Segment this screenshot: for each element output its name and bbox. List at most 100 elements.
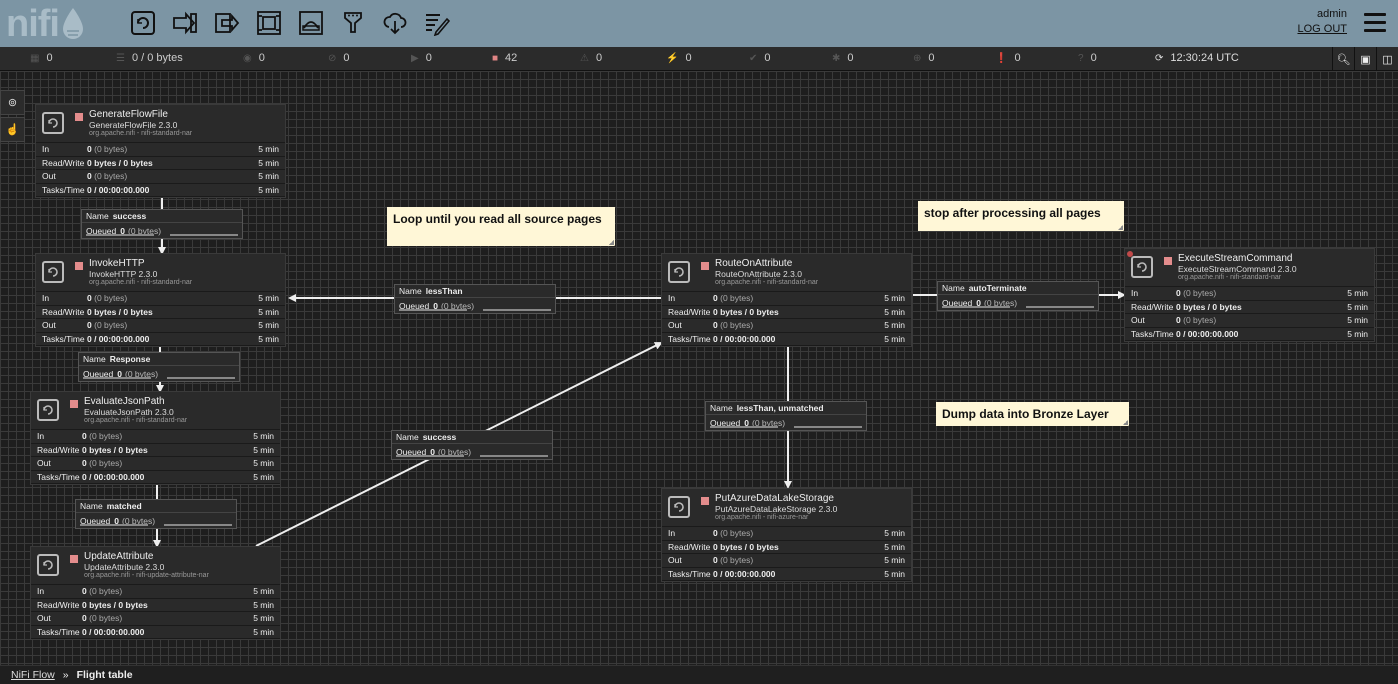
processor-bundle: org.apache.nifi - nifi-standard-nar [715, 279, 819, 286]
note-label[interactable]: Loop until you read all source pages [387, 207, 615, 246]
global-menu-icon[interactable] [1364, 13, 1386, 33]
queue-icon: ☰ [116, 52, 125, 64]
queue-count-bar [80, 524, 148, 526]
processor-header: InvokeHTTP InvokeHTTP 2.3.0 org.apache.nif… [36, 254, 285, 292]
stat-in: In 0 (0 bytes) 5 min [36, 143, 285, 157]
stat-in: In 0 (0 bytes) 5 min [1125, 287, 1374, 301]
queue-count-bar [83, 377, 151, 379]
note-label[interactable]: Dump data into Bronze Layer [936, 402, 1129, 426]
stat-read-write: Read/Write 0 bytes / 0 bytes 5 min [31, 599, 280, 612]
stat-out: Out 0 (0 bytes) 5 min [31, 612, 280, 626]
connection-label-success[interactable]: Name success Queued 0 (0 bytes) [81, 209, 243, 239]
stat-tasks-time: Tasks/Time 0 / 00:00:00.000 5 min [36, 184, 285, 197]
connection-label-response[interactable]: Name Response Queued 0 (0 bytes) [78, 352, 240, 382]
label-icon[interactable] [416, 8, 458, 38]
processor-evaluatejsonpath[interactable]: EvaluateJsonPath EvaluateJsonPath 2.3.0 or… [30, 391, 281, 485]
queue-size-bar [794, 426, 862, 428]
processor-name: EvaluateJsonPath [84, 396, 165, 407]
processor-name: PutAzureDataLakeStorage [715, 493, 834, 504]
stat-read-write: Read/Write 0 bytes / 0 bytes 5 min [662, 541, 911, 554]
navigate-icon[interactable]: ⊚ [0, 90, 25, 115]
remote-process-group-icon[interactable] [290, 8, 332, 38]
stale-status: ⊕ 0 [913, 52, 935, 64]
processor-bundle: org.apache.nifi - nifi-update-attribute-… [84, 572, 209, 579]
processor-icon[interactable] [122, 8, 164, 38]
threads-icon: ▦ [30, 52, 40, 64]
processor-name: InvokeHTTP [89, 258, 145, 269]
input-port-icon[interactable] [164, 8, 206, 38]
connection-label-lessthan-unmatched[interactable]: Name lessThan, unmatched Queued 0 (0 bytes) [705, 401, 867, 431]
processor-generateflowfile[interactable]: GenerateFlowFile GenerateFlowFile 2.3.0 or… [35, 104, 286, 198]
canvas-palette: ⊚ ☝ [0, 90, 25, 144]
breadcrumb-root-link[interactable]: NiFi Flow [11, 669, 55, 681]
processor-name: RouteOnAttribute [715, 258, 793, 269]
play-icon: ▶ [411, 52, 419, 64]
locally-modified-status: ✱ 0 [832, 52, 854, 64]
sync-failure-status: ? 0 [1078, 52, 1097, 64]
refresh-icon[interactable]: ⟳ [1155, 53, 1163, 64]
stopped-status: ■ 42 [492, 52, 518, 64]
stopped-icon [1164, 257, 1172, 265]
queue-size-bar [483, 309, 551, 311]
connection-name-row: Name autoTerminate [938, 282, 1098, 295]
stat-read-write: Read/Write 0 bytes / 0 bytes 5 min [662, 306, 911, 319]
process-group-icon[interactable] [248, 8, 290, 38]
stat-tasks-time: Tasks/Time 0 / 00:00:00.000 5 min [31, 626, 280, 639]
breadcrumb-separator: » [62, 669, 69, 681]
note-label[interactable]: stop after processing all pages [918, 201, 1124, 231]
processor-type: RouteOnAttribute 2.3.0 [715, 269, 802, 279]
processor-type: UpdateAttribute 2.3.0 [84, 562, 165, 572]
warning-icon: ⚠ [580, 52, 589, 64]
processor-updateattribute[interactable]: UpdateAttribute UpdateAttribute 2.3.0 org.… [30, 546, 281, 640]
logout-link[interactable]: LOG OUT [1297, 23, 1347, 35]
username: admin [1317, 8, 1347, 20]
stat-in: In 0 (0 bytes) 5 min [36, 292, 285, 306]
connection-label-lessthan[interactable]: Name lessThan Queued 0 (0 bytes) [394, 284, 556, 314]
processor-putazuredatalakestorage[interactable]: PutAzureDataLakeStorage PutAzureDataLakeS… [661, 488, 912, 582]
stat-out: Out 0 (0 bytes) 5 min [1125, 314, 1374, 328]
stat-read-write: Read/Write 0 bytes / 0 bytes 5 min [31, 444, 280, 457]
processor-header: UpdateAttribute UpdateAttribute 2.3.0 org.… [31, 547, 280, 585]
processor-icon [37, 554, 59, 576]
stat-read-write: Read/Write 0 bytes / 0 bytes 5 min [36, 157, 285, 170]
output-port-icon[interactable] [206, 8, 248, 38]
running-status: ▶ 0 [411, 52, 432, 64]
flow-analysis-icon[interactable]: ◫ [1376, 47, 1398, 71]
stopped-icon [70, 400, 78, 408]
operate-icon[interactable]: ☝ [0, 117, 25, 142]
up-to-date-status: ✔ 0 [749, 52, 771, 64]
queue-size-bar [164, 524, 232, 526]
template-icon[interactable] [374, 8, 416, 38]
processor-bundle: org.apache.nifi - nifi-standard-nar [89, 130, 193, 137]
stat-in: In 0 (0 bytes) 5 min [662, 292, 911, 306]
arrow-circle-icon: ⊕ [913, 52, 922, 64]
stat-out: Out 0 (0 bytes) 5 min [662, 554, 911, 568]
queue-count-bar [399, 309, 467, 311]
processor-routeonattribute[interactable]: RouteOnAttribute RouteOnAttribute 2.3.0 or… [661, 253, 912, 347]
search-icon[interactable]: 🔍︎ [1332, 47, 1354, 71]
connection-name-row: Name success [392, 431, 552, 444]
bulletin-icon[interactable]: ▣ [1354, 47, 1376, 71]
nifi-logo: nifi [6, 3, 85, 45]
stat-tasks-time: Tasks/Time 0 / 00:00:00.000 5 min [662, 333, 911, 346]
processor-icon [42, 112, 64, 134]
connection-name-row: Name success [82, 210, 242, 223]
connection-label-success[interactable]: Name success Queued 0 (0 bytes) [391, 430, 553, 460]
stat-out: Out 0 (0 bytes) 5 min [662, 319, 911, 333]
stat-read-write: Read/Write 0 bytes / 0 bytes 5 min [1125, 301, 1374, 314]
connection-label-matched[interactable]: Name matched Queued 0 (0 bytes) [75, 499, 237, 529]
processor-header: RouteOnAttribute RouteOnAttribute 2.3.0 or… [662, 254, 911, 292]
processor-executestreamcommand[interactable]: ExecuteStreamCommand ExecuteStreamCommand… [1124, 248, 1375, 342]
question-icon: ? [1078, 52, 1084, 64]
processor-bundle: org.apache.nifi - nifi-standard-nar [84, 417, 188, 424]
processor-invokehttp[interactable]: InvokeHTTP InvokeHTTP 2.3.0 org.apache.nif… [35, 253, 286, 347]
transmitting-icon: ◉ [243, 52, 252, 64]
queue-count-bar [710, 426, 778, 428]
queue-size-bar [167, 377, 235, 379]
stat-read-write: Read/Write 0 bytes / 0 bytes 5 min [36, 306, 285, 319]
funnel-icon[interactable] [332, 8, 374, 38]
connection-label-autoterminate[interactable]: Name autoTerminate Queued 0 (0 bytes) [937, 281, 1099, 311]
processor-header: PutAzureDataLakeStorage PutAzureDataLakeS… [662, 489, 911, 527]
stat-out: Out 0 (0 bytes) 5 min [36, 170, 285, 184]
processor-bundle: org.apache.nifi - nifi-standard-nar [1178, 274, 1282, 281]
